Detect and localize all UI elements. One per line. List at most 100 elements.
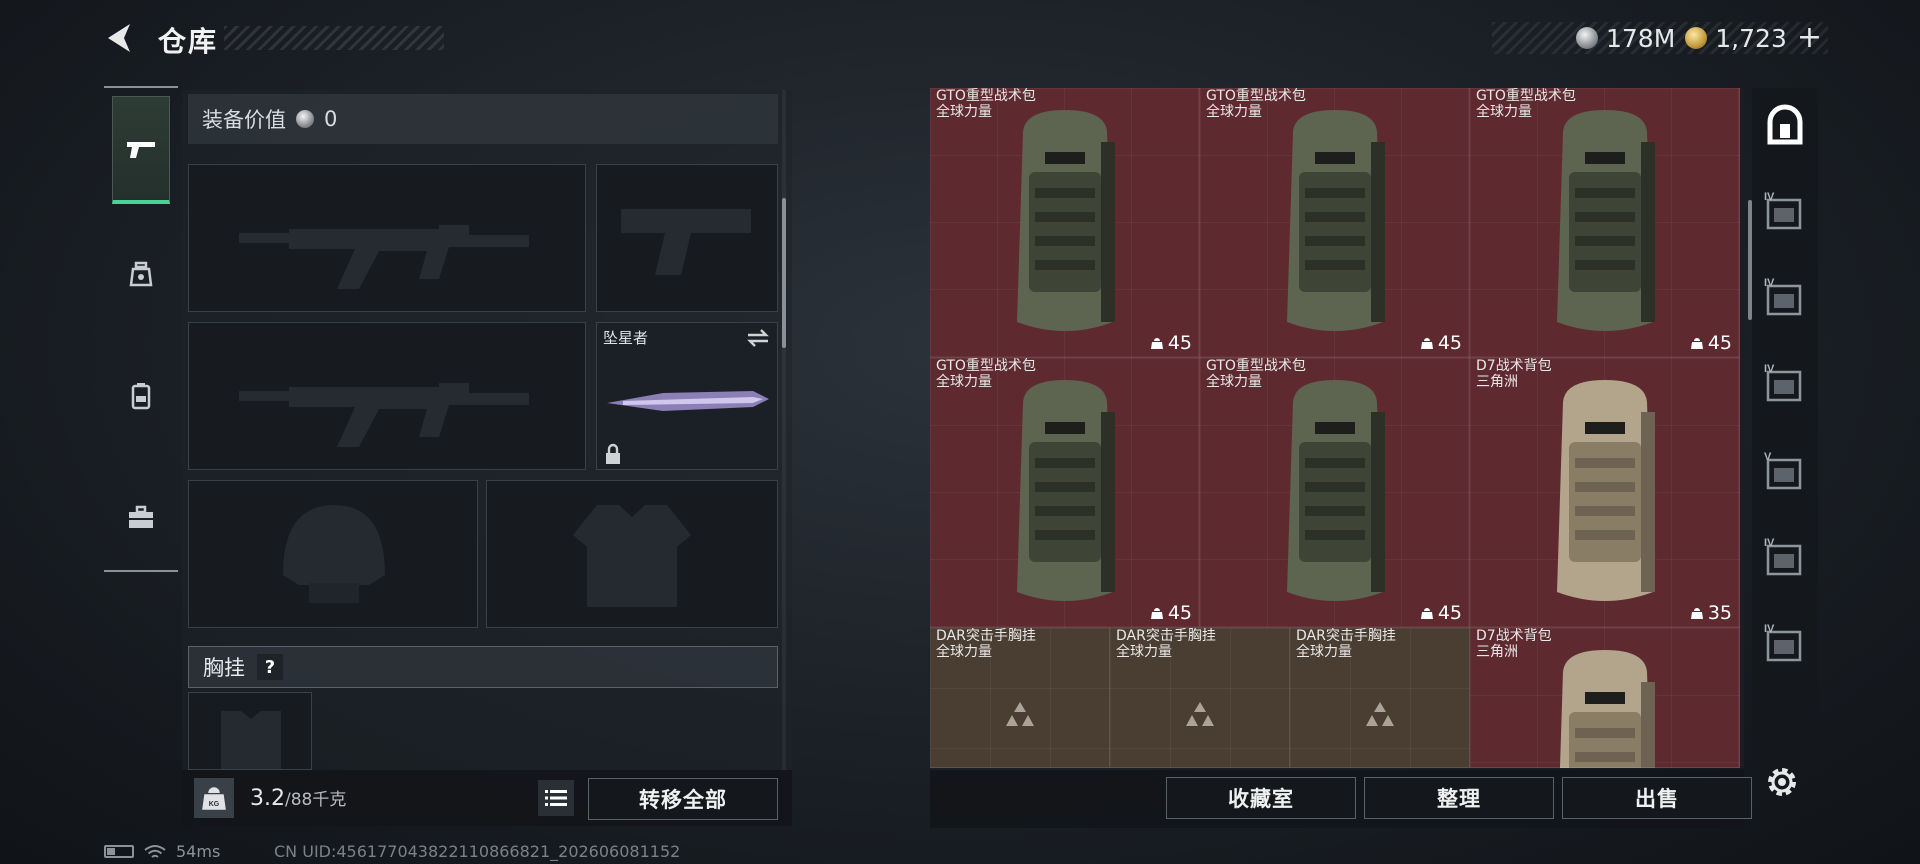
svg-text:IV: IV (1764, 191, 1775, 203)
capacity-icon (1690, 608, 1703, 619)
battery-icon (104, 845, 134, 858)
secondary-weapon-slot[interactable] (596, 164, 778, 312)
storage-box-tab[interactable]: IV (1762, 620, 1808, 670)
rifle-silhouette-icon (239, 383, 529, 447)
svg-text:IV: IV (1764, 363, 1775, 375)
backpack-item[interactable]: GTO重型战术包 全球力量 45 (1470, 88, 1740, 358)
pistol-icon (127, 141, 155, 158)
backpack-item[interactable]: D7战术背包 三角洲 35 (1470, 358, 1740, 628)
gold-currency[interactable]: 1,723 + (1685, 23, 1822, 53)
item-name: GTO重型战术包 (1206, 358, 1306, 374)
storage-box-icon: IV (1764, 191, 1802, 230)
tab-equipment[interactable] (112, 220, 170, 328)
currency-bar: 178M 1,723 + (1492, 22, 1828, 54)
item-faction: 全球力量 (1476, 104, 1532, 120)
backpack-item[interactable]: GTO重型战术包 全球力量 45 (930, 88, 1200, 358)
armor-slot[interactable] (486, 480, 778, 628)
svg-text:V: V (1764, 451, 1772, 463)
item-faction: 全球力量 (936, 644, 992, 660)
rarity-triangle-icon (1186, 702, 1214, 726)
equipment-scroll-track[interactable] (782, 90, 786, 770)
rifle-silhouette-icon (239, 225, 529, 289)
backpack-item[interactable]: D7战术背包 三角洲 (1470, 628, 1740, 768)
item-name: DAR突击手胸挂 (936, 628, 1036, 644)
add-currency-button[interactable]: + (1797, 23, 1822, 53)
toolbox-icon (129, 505, 153, 528)
tab-weapons[interactable] (112, 96, 170, 204)
item-capacity: 45 (1420, 332, 1462, 354)
storage-box-tab[interactable]: IV (1762, 188, 1808, 238)
melee-slot[interactable]: 坠星者 (596, 322, 778, 470)
tab-supplies[interactable] (112, 464, 170, 572)
equipment-value-bar: 装备价值 0 (188, 94, 778, 144)
item-faction: 三角洲 (1476, 374, 1518, 390)
capacity-icon (1690, 338, 1703, 349)
storage-box-icon: IV (1764, 363, 1802, 402)
backpack-image (1005, 372, 1125, 616)
equipment-value-label: 装备价值 (202, 108, 286, 132)
svg-text:IV: IV (1764, 623, 1775, 635)
storage-home-tab[interactable] (1762, 102, 1808, 152)
rarity-triangle-icon (1006, 702, 1034, 726)
helmet-slot[interactable] (188, 480, 478, 628)
item-capacity: 35 (1690, 602, 1732, 624)
storage-box-tab[interactable]: IV (1762, 274, 1808, 324)
collection-room-button[interactable]: 收藏室 (1166, 777, 1356, 819)
swap-icon[interactable] (745, 327, 771, 349)
item-faction: 全球力量 (1116, 644, 1172, 660)
equipment-scrollbar[interactable] (782, 198, 786, 348)
item-name: D7战术背包 (1476, 358, 1552, 374)
storage-box-tab[interactable]: IV (1762, 534, 1808, 584)
equipment-value: 0 (324, 107, 338, 131)
title-decoration (224, 26, 444, 50)
gear-icon[interactable] (1762, 762, 1802, 802)
backpack-item[interactable]: GTO重型战术包 全球力量 45 (1200, 88, 1470, 358)
status-bar: 54ms (104, 842, 220, 861)
chest-rig-item[interactable]: DAR突击手胸挂 全球力量 (930, 628, 1110, 768)
storage-box-tab[interactable]: IV (1762, 360, 1808, 410)
chest-rig-item[interactable]: DAR突击手胸挂 全球力量 (1290, 628, 1470, 768)
secondary-primary-weapon-slot[interactable] (188, 322, 586, 470)
item-name: GTO重型战术包 (936, 358, 1036, 374)
chest-rig-slot[interactable] (188, 692, 312, 770)
capacity-icon (1420, 608, 1433, 619)
chest-rig-item[interactable]: DAR突击手胸挂 全球力量 (1110, 628, 1290, 768)
primary-weapon-slot[interactable] (188, 164, 586, 312)
storage-box-tab[interactable]: V (1762, 448, 1808, 498)
rarity-triangle-icon (1366, 702, 1394, 726)
sell-button[interactable]: 出售 (1562, 777, 1752, 819)
tab-backpack[interactable] (112, 342, 170, 450)
transfer-all-button[interactable]: 转移全部 (588, 778, 778, 820)
lock-icon (606, 443, 620, 464)
item-name: GTO重型战术包 (1206, 88, 1306, 104)
item-capacity: 45 (1150, 602, 1192, 624)
left-bottom-bar: KG 3.2/88千克 转移全部 (182, 770, 792, 826)
kettlebell-icon: KG (202, 787, 226, 810)
armor-silhouette-icon (573, 505, 691, 607)
help-icon[interactable]: ? (257, 654, 283, 680)
back-arrow-icon[interactable] (102, 20, 138, 56)
sort-button[interactable]: 整理 (1364, 777, 1554, 819)
weight-max: /88千克 (285, 790, 347, 810)
item-capacity: 45 (1420, 602, 1462, 624)
item-capacity: 45 (1150, 332, 1192, 354)
backpack-item[interactable]: GTO重型战术包 全球力量 45 (930, 358, 1200, 628)
backpack-item[interactable]: GTO重型战术包 全球力量 45 (1200, 358, 1470, 628)
svg-text:IV: IV (1764, 537, 1775, 549)
item-capacity-value: 45 (1167, 332, 1192, 354)
page-title: 仓库 (158, 25, 219, 58)
backpack-image (1545, 642, 1665, 768)
backpack-image (1275, 102, 1395, 346)
item-name: DAR突击手胸挂 (1116, 628, 1216, 644)
item-faction: 全球力量 (936, 374, 992, 390)
backpack-icon (131, 383, 151, 410)
silver-amount: 178M (1605, 23, 1676, 53)
warehouse-grid: GTO重型战术包 全球力量 45 GTO重型战术包 全球力量 45 GTO重型战术包 全球力量… (930, 88, 1744, 768)
chest-rig-header: 胸挂 ? (188, 646, 778, 688)
item-capacity-value: 35 (1707, 602, 1732, 624)
item-capacity-value: 45 (1167, 602, 1192, 624)
melee-name: 坠星者 (603, 329, 649, 347)
grenade-icon (129, 261, 153, 287)
item-name: GTO重型战术包 (1476, 88, 1576, 104)
list-view-button[interactable] (538, 780, 574, 816)
